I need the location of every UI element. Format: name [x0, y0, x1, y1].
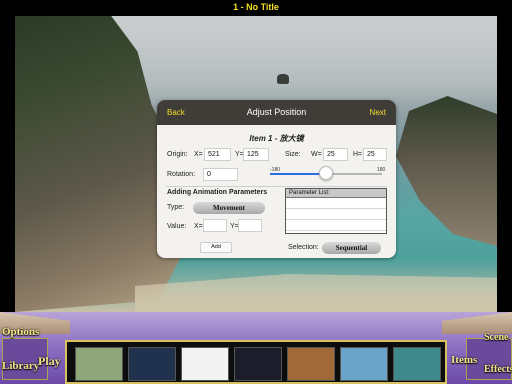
scene-rock [277, 74, 289, 84]
size-w-label: W= [311, 151, 322, 158]
scene-beach [135, 274, 497, 312]
item-title: Item 1 - 放大镜 [249, 134, 304, 143]
size-label: Size: [285, 151, 301, 158]
origin-label: Origin: [167, 151, 188, 158]
filmstrip-thumb-white-book[interactable] [181, 347, 229, 381]
next-button[interactable]: Next [370, 100, 386, 125]
window-title: 1 - No Title [0, 0, 512, 16]
parameter-list[interactable]: Parameter List: [285, 188, 387, 234]
scene-button[interactable]: Scene [484, 332, 508, 343]
selection-select[interactable]: Sequential [322, 242, 381, 254]
add-button[interactable]: Add [200, 242, 232, 253]
parameter-list-row[interactable] [286, 209, 386, 220]
filmstrip-thumb-blue-light[interactable] [128, 347, 176, 381]
animation-heading: Adding Animation Parameters [167, 189, 268, 196]
parameter-list-header: Parameter List: [286, 189, 386, 198]
parameter-list-row[interactable] [286, 220, 386, 231]
origin-y-field[interactable]: 125 [243, 148, 269, 161]
parameter-list-row[interactable] [286, 198, 386, 209]
options-button[interactable]: Options [2, 326, 39, 338]
value-x-field[interactable] [203, 219, 227, 232]
origin-x-label: X= [194, 151, 203, 158]
value-y-field[interactable] [238, 219, 262, 232]
rotation-slider-fill [270, 173, 326, 175]
rotation-slider-knob[interactable] [319, 166, 333, 180]
library-button[interactable]: Library [2, 360, 39, 372]
play-button[interactable]: Play [38, 354, 61, 369]
section-divider [166, 186, 387, 187]
type-label: Type: [167, 204, 185, 211]
type-select[interactable]: Movement [193, 202, 265, 214]
filmstrip-thumb-wood-room[interactable] [287, 347, 335, 381]
rotation-field[interactable]: 0 [203, 168, 238, 181]
filmstrip-thumb-green[interactable] [75, 347, 123, 381]
rotation-label: Rotation: [167, 171, 196, 178]
dialog-header: Back Adjust Position Next [157, 100, 396, 125]
origin-x-field[interactable]: 521 [204, 148, 231, 161]
filmstrip-thumb-beach[interactable] [393, 347, 441, 381]
filmstrip-thumb-island[interactable] [340, 347, 388, 381]
items-button[interactable]: Items [451, 354, 477, 366]
selection-label: Selection: [288, 244, 319, 251]
filmstrip-thumb-galaxy[interactable] [234, 347, 282, 381]
scene-cliff-right [395, 96, 497, 246]
effects-button[interactable]: Effects [484, 364, 512, 375]
scene-filmstrip[interactable] [65, 340, 447, 384]
dialog-title: Adjust Position [246, 107, 307, 117]
size-h-label: H= [353, 151, 363, 158]
size-h-field[interactable]: 25 [363, 148, 387, 161]
adjust-position-dialog: Back Adjust Position Next Item 1 - 放大镜 O… [157, 100, 396, 258]
value-label: Value: [167, 223, 187, 230]
size-w-field[interactable]: 25 [323, 148, 348, 161]
value-x-label: X= [194, 223, 203, 230]
